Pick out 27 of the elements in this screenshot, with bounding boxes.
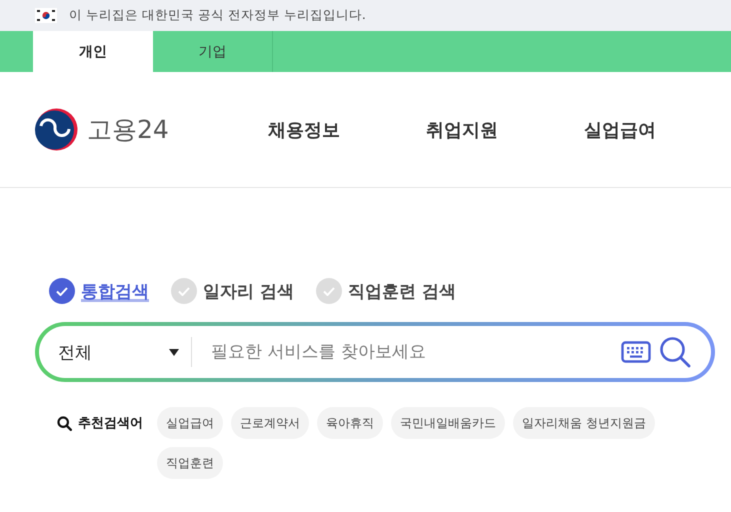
recommend-label: 추천검색어 [78, 415, 143, 432]
check-icon [178, 286, 190, 296]
keyword-chip[interactable]: 실업급여 [157, 407, 223, 439]
search-scope-option[interactable]: 통합검색 [49, 278, 149, 304]
check-icon [322, 286, 335, 296]
check-icon [56, 286, 68, 296]
search-icon [57, 416, 72, 430]
user-tab[interactable]: 개인 [33, 31, 153, 72]
category-dropdown[interactable]: 전체 [58, 337, 192, 367]
keyboard-icon [621, 341, 651, 363]
search-scope-option[interactable]: 일자리 검색 [171, 278, 294, 304]
user-tab[interactable]: 기업 [153, 31, 273, 72]
notice-text: 이 누리집은 대한민국 공식 전자정부 누리집입니다. [69, 7, 366, 24]
logo-text[interactable]: 고용24 [87, 113, 169, 146]
logo-icon [35, 108, 78, 151]
nav-link[interactable]: 실업급여 [541, 118, 699, 142]
search-scope-option[interactable]: 직업훈련 검색 [316, 278, 456, 304]
keyword-chip[interactable]: 일자리채움 청년지원금 [513, 407, 655, 439]
keyword-chip[interactable]: 육아휴직 [317, 407, 383, 439]
flag-icon [35, 8, 57, 23]
nav-link[interactable]: 취업지원 [383, 118, 541, 142]
keyword-chip[interactable]: 국민내일배움카드 [391, 407, 505, 439]
caret-icon [169, 348, 179, 356]
nav-link[interactable]: 채용정보 [225, 118, 383, 142]
keyword-chip[interactable]: 직업훈련 [157, 447, 223, 479]
keyword-chip[interactable]: 근로계약서 [231, 407, 309, 439]
search-icon [659, 336, 691, 368]
